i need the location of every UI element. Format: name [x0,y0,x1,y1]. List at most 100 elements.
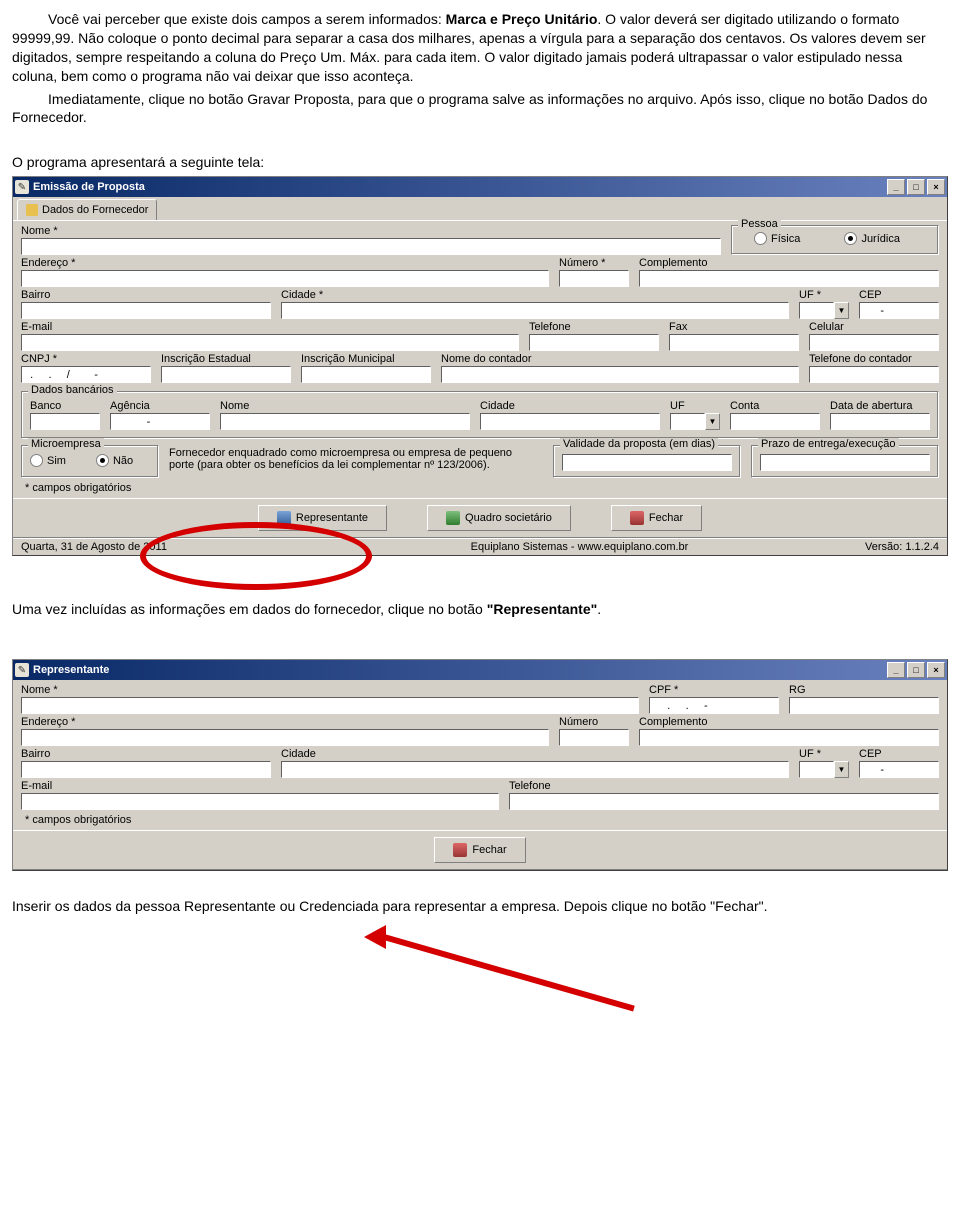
micro-text: Fornecedor enquadrado como microempresa … [169,445,543,478]
banco-input[interactable] [30,413,100,430]
cep-input[interactable] [859,761,939,778]
radio-nao[interactable]: Não [96,454,133,467]
campos-obrigatorios-text: * campos obrigatórios [21,480,939,494]
label-nome: Nome * [21,225,721,237]
bancocidade-input[interactable] [480,413,660,430]
prazo-input[interactable] [760,454,930,471]
label-celular: Celular [809,321,939,333]
label-data-abertura: Data de abertura [830,400,930,412]
label-complemento: Complemento [639,716,939,728]
uf-combo[interactable]: ▼ [799,761,849,778]
cidade-input[interactable] [281,302,789,319]
close-window-button[interactable]: × [927,662,945,678]
maximize-button[interactable]: □ [907,662,925,678]
nome-input[interactable] [21,697,639,714]
uf-combo[interactable]: ▼ [799,302,849,319]
quadro-societario-button[interactable]: Quadro societário [427,505,571,531]
form-body: Nome * Pessoa Física Jurídica Endereço *… [13,221,947,498]
p4c: . [597,601,601,617]
label-rg: RG [789,684,939,696]
chevron-down-icon: ▼ [705,413,720,430]
radio-sim[interactable]: Sim [30,454,66,467]
telefone-input[interactable] [529,334,659,351]
bairro-input[interactable] [21,302,271,319]
bancouf-combo[interactable]: ▼ [670,413,720,430]
endereco-input[interactable] [21,270,549,287]
cidade-input[interactable] [281,761,789,778]
label-cep: CEP [859,289,939,301]
group-validade-legend: Validade da proposta (em dias) [560,438,718,450]
close-icon [630,511,644,525]
toolbar: Representante Quadro societário Fechar [13,498,947,538]
group-bancarios-legend: Dados bancários [28,384,117,396]
complemento-input[interactable] [639,729,939,746]
minimize-button[interactable]: _ [887,662,905,678]
numero-input[interactable] [559,729,629,746]
tab-bar: Dados do Fornecedor [13,197,947,221]
endereco-input[interactable] [21,729,549,746]
insc-mun-input[interactable] [301,366,431,383]
paragraph-2: Imediatamente, clique no botão Gravar Pr… [12,90,948,128]
complemento-input[interactable] [639,270,939,287]
email-input[interactable] [21,793,499,810]
p1b: Marca e Preço Unitário [446,11,598,27]
close-window-button[interactable]: × [927,179,945,195]
form-body: Nome * CPF * RG Endereço * Número [13,680,947,830]
p4b: "Representante" [487,601,598,617]
window-title: Emissão de Proposta [33,181,145,193]
paragraph-3: O programa apresentará a seguinte tela: [12,153,948,172]
numero-input[interactable] [559,270,629,287]
fechar-button[interactable]: Fechar [434,837,525,863]
label-endereco: Endereço * [21,257,549,269]
label-endereco: Endereço * [21,716,549,728]
status-bar: Quarta, 31 de Agosto de 2011 Equiplano S… [13,538,947,555]
radio-juridica[interactable]: Jurídica [844,232,900,245]
label-telefone: Telefone [529,321,659,333]
window-emissao-proposta: ✎ Emissão de Proposta _ □ × Dados do For… [12,176,948,556]
label-telefone: Telefone [509,780,939,792]
paragraph-5: Inserir os dados da pessoa Representante… [12,897,948,916]
telefone-input[interactable] [509,793,939,810]
label-bairro: Bairro [21,289,271,301]
label-nome-contador: Nome do contador [441,353,799,365]
representante-button[interactable]: Representante [258,505,387,531]
p1a: Você vai perceber que existe dois campos… [48,11,446,27]
label-complemento: Complemento [639,257,939,269]
close-icon [453,843,467,857]
label-banco: Banco [30,400,100,412]
cnpj-input[interactable] [21,366,151,383]
window-representante: ✎ Representante _ □ × Nome * CPF * RG [12,659,948,871]
nome-contador-input[interactable] [441,366,799,383]
label-cpf: CPF * [649,684,779,696]
label-nome: Nome * [21,684,639,696]
rg-input[interactable] [789,697,939,714]
tab-dados-fornecedor[interactable]: Dados do Fornecedor [17,199,157,220]
data-abertura-input[interactable] [830,413,930,430]
maximize-button[interactable]: □ [907,179,925,195]
tel-contador-input[interactable] [809,366,939,383]
radio-fisica[interactable]: Física [754,232,800,245]
agencia-input[interactable] [110,413,210,430]
insc-est-input[interactable] [161,366,291,383]
validade-input[interactable] [562,454,732,471]
celular-input[interactable] [809,334,939,351]
fax-input[interactable] [669,334,799,351]
label-bancocidade: Cidade [480,400,660,412]
cpf-input[interactable] [649,697,779,714]
bairro-input[interactable] [21,761,271,778]
chart-icon [446,511,460,525]
minimize-button[interactable]: _ [887,179,905,195]
status-version: Versão: 1.1.2.4 [779,541,939,553]
cep-input[interactable] [859,302,939,319]
titlebar: ✎ Representante _ □ × [13,660,947,680]
group-micro-legend: Microempresa [28,438,104,450]
fechar-label: Fechar [649,512,683,524]
banconome-input[interactable] [220,413,470,430]
conta-input[interactable] [730,413,820,430]
person-icon [277,511,291,525]
fechar-button[interactable]: Fechar [611,505,702,531]
label-uf: UF * [799,748,849,760]
nome-input[interactable] [21,238,721,255]
quadro-label: Quadro societário [465,512,552,524]
email-input[interactable] [21,334,519,351]
